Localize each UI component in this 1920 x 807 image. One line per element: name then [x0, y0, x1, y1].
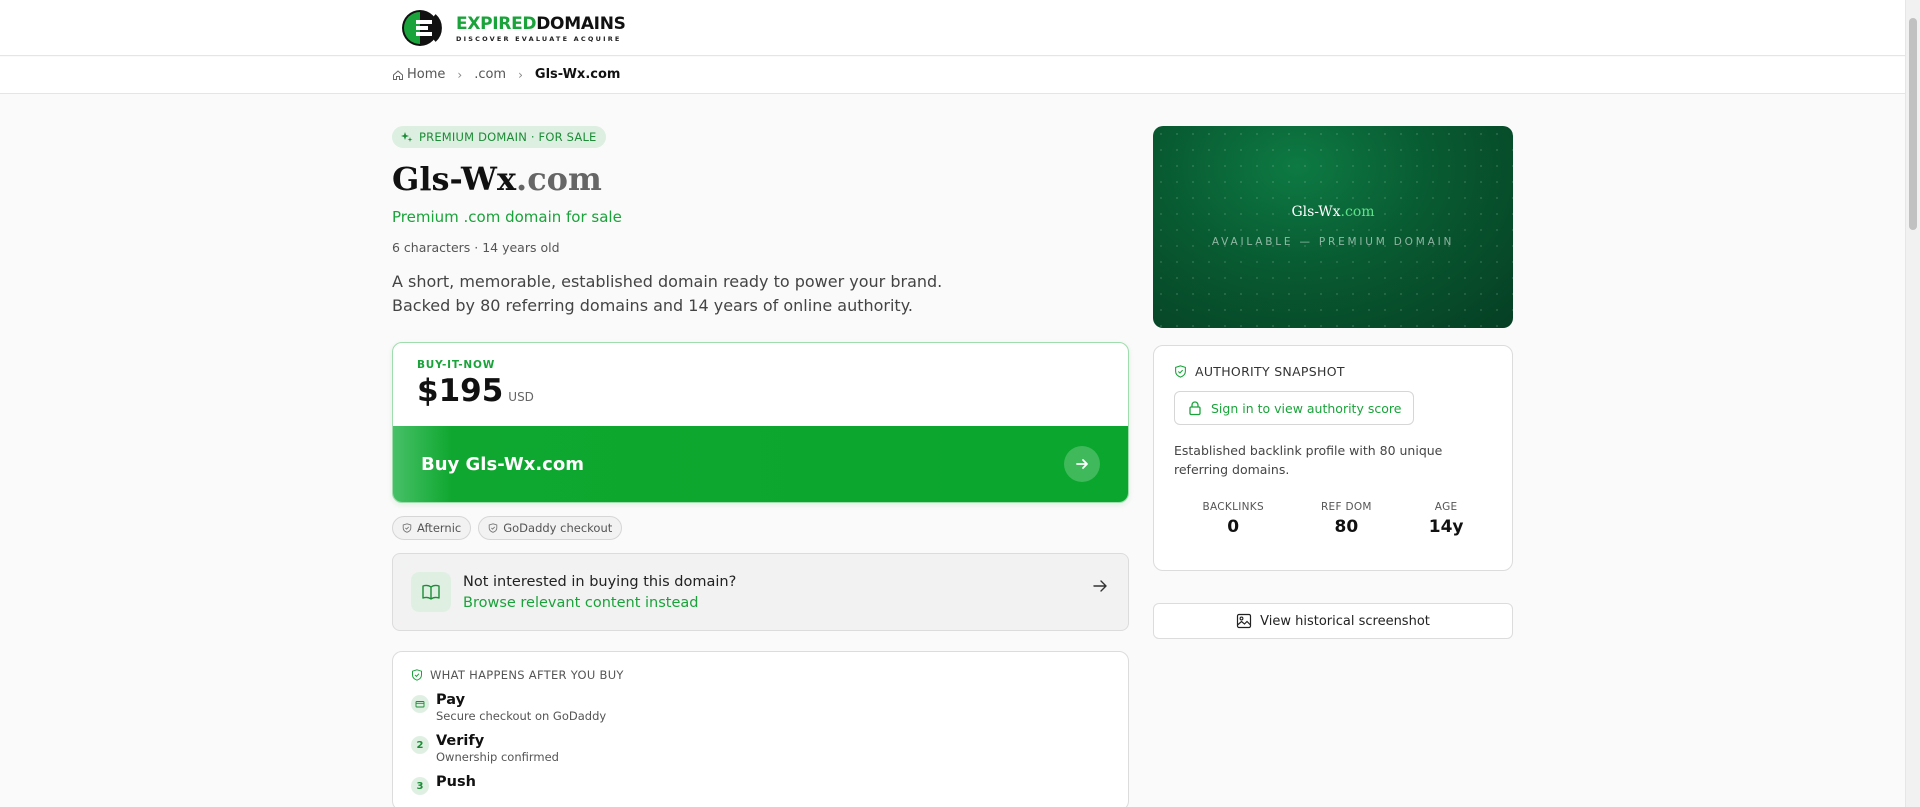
- lock-icon: [1189, 401, 1201, 416]
- step-number: 2: [411, 736, 429, 754]
- breadcrumb-bar: Home › .com › Gls-Wx.com: [0, 57, 1905, 94]
- shield-check-icon: [412, 669, 422, 681]
- logo-tagline: DISCOVER EVALUATE ACQUIRE: [456, 34, 622, 43]
- step-title: Push: [436, 774, 476, 790]
- breadcrumb-separator: ›: [457, 67, 463, 82]
- buy-it-now-label: BUY-IT-NOW: [417, 359, 496, 371]
- domain-title: Gls-Wx.com: [392, 160, 602, 198]
- step-item: 2 Verify Ownership confirmed: [411, 733, 1110, 764]
- domain-sidebar: Gls-Wx.com AVAILABLE — PREMIUM DOMAIN AU…: [1153, 126, 1513, 639]
- authority-heading: AUTHORITY SNAPSHOT: [1174, 364, 1492, 379]
- browse-link[interactable]: Browse relevant content instead: [463, 595, 736, 611]
- stat-ref-domains: REF DOM 80: [1320, 501, 1372, 537]
- authority-stats: BACKLINKS 0 REF DOM 80 AGE 14y: [1174, 501, 1492, 537]
- arrow-right-icon: [1093, 580, 1107, 592]
- view-historical-screenshot-button[interactable]: View historical screenshot: [1153, 603, 1513, 639]
- hero-subtitle: AVAILABLE — PREMIUM DOMAIN: [1211, 236, 1455, 248]
- page-scrollbar[interactable]: [1905, 0, 1920, 807]
- premium-badge: PREMIUM DOMAIN · FOR SALE: [392, 126, 606, 148]
- authority-description: Established backlink profile with 80 uni…: [1174, 443, 1443, 477]
- step-subtitle: Ownership confirmed: [436, 750, 559, 764]
- stat-age: AGE 14y: [1428, 501, 1464, 537]
- breadcrumb-tld[interactable]: .com: [474, 67, 506, 82]
- chip-godaddy: GoDaddy checkout: [478, 516, 623, 540]
- breadcrumb-current: Gls-Wx.com: [534, 67, 621, 82]
- site-logo[interactable]: EXPIREDDOMAINS DISCOVER EVALUATE ACQUIRE: [400, 8, 626, 48]
- step-number: 3: [411, 777, 429, 795]
- book-icon: [411, 572, 451, 612]
- step-title: Verify: [436, 733, 485, 749]
- authority-snapshot: AUTHORITY SNAPSHOT Sign in to view autho…: [1153, 345, 1513, 571]
- step-title: Pay: [436, 692, 466, 708]
- breadcrumb: Home › .com › Gls-Wx.com: [392, 67, 620, 82]
- steps-heading: WHAT HAPPENS AFTER YOU BUY: [411, 668, 1110, 682]
- arrow-right-icon: [1064, 446, 1100, 482]
- stat-backlinks: BACKLINKS 0: [1202, 501, 1264, 537]
- image-icon: [1237, 613, 1252, 629]
- domain-main: PREMIUM DOMAIN · FOR SALE Gls-Wx.com Pre…: [392, 126, 1129, 807]
- domain-meta: 6 characters · 14 years old: [392, 240, 560, 255]
- signin-authority-button[interactable]: Sign in to view authority score: [1174, 391, 1415, 425]
- checkout-chips: Afternic GoDaddy checkout: [392, 516, 1129, 540]
- step-item: 3 Push: [411, 774, 1110, 795]
- price: $195 USD: [417, 373, 1104, 409]
- hero-pattern: [1153, 126, 1513, 328]
- home-icon: [393, 69, 403, 80]
- step-subtitle: Secure checkout on GoDaddy: [436, 709, 607, 723]
- shield-check-icon: [488, 523, 498, 533]
- step-item: Pay Secure checkout on GoDaddy: [411, 692, 1110, 723]
- price-amount: $195: [417, 373, 504, 409]
- domain-description: A short, memorable, established domain r…: [392, 272, 943, 315]
- breadcrumb-home[interactable]: Home: [407, 67, 445, 82]
- breadcrumb-separator: ›: [518, 67, 523, 82]
- hero-domain-name: Gls-Wx.com: [1291, 204, 1375, 220]
- card-icon: [411, 695, 429, 713]
- site-header: EXPIREDDOMAINS DISCOVER EVALUATE ACQUIRE: [0, 0, 1905, 56]
- after-purchase-steps: WHAT HAPPENS AFTER YOU BUY Pay Secure ch…: [392, 651, 1129, 807]
- price-currency: USD: [508, 390, 534, 404]
- chip-afternic: Afternic: [392, 516, 472, 540]
- logo-title: EXPIREDDOMAINS: [456, 13, 626, 34]
- browse-question: Not interested in buying this domain?: [463, 573, 737, 590]
- logo-mark-icon: [402, 10, 442, 46]
- sparkle-icon: [401, 132, 413, 142]
- browse-content-card[interactable]: Not interested in buying this domain? Br…: [392, 553, 1129, 631]
- buy-box: BUY-IT-NOW $195 USD Buy Gls-Wx.com: [392, 342, 1129, 503]
- shield-check-icon: [1175, 365, 1186, 378]
- shield-check-icon: [402, 523, 412, 533]
- scrollbar-thumb[interactable]: [1909, 18, 1917, 230]
- domain-subtitle: Premium .com domain for sale: [392, 208, 622, 226]
- buy-button[interactable]: Buy Gls-Wx.com: [393, 426, 1128, 502]
- domain-hero-card: Gls-Wx.com AVAILABLE — PREMIUM DOMAIN: [1153, 126, 1513, 328]
